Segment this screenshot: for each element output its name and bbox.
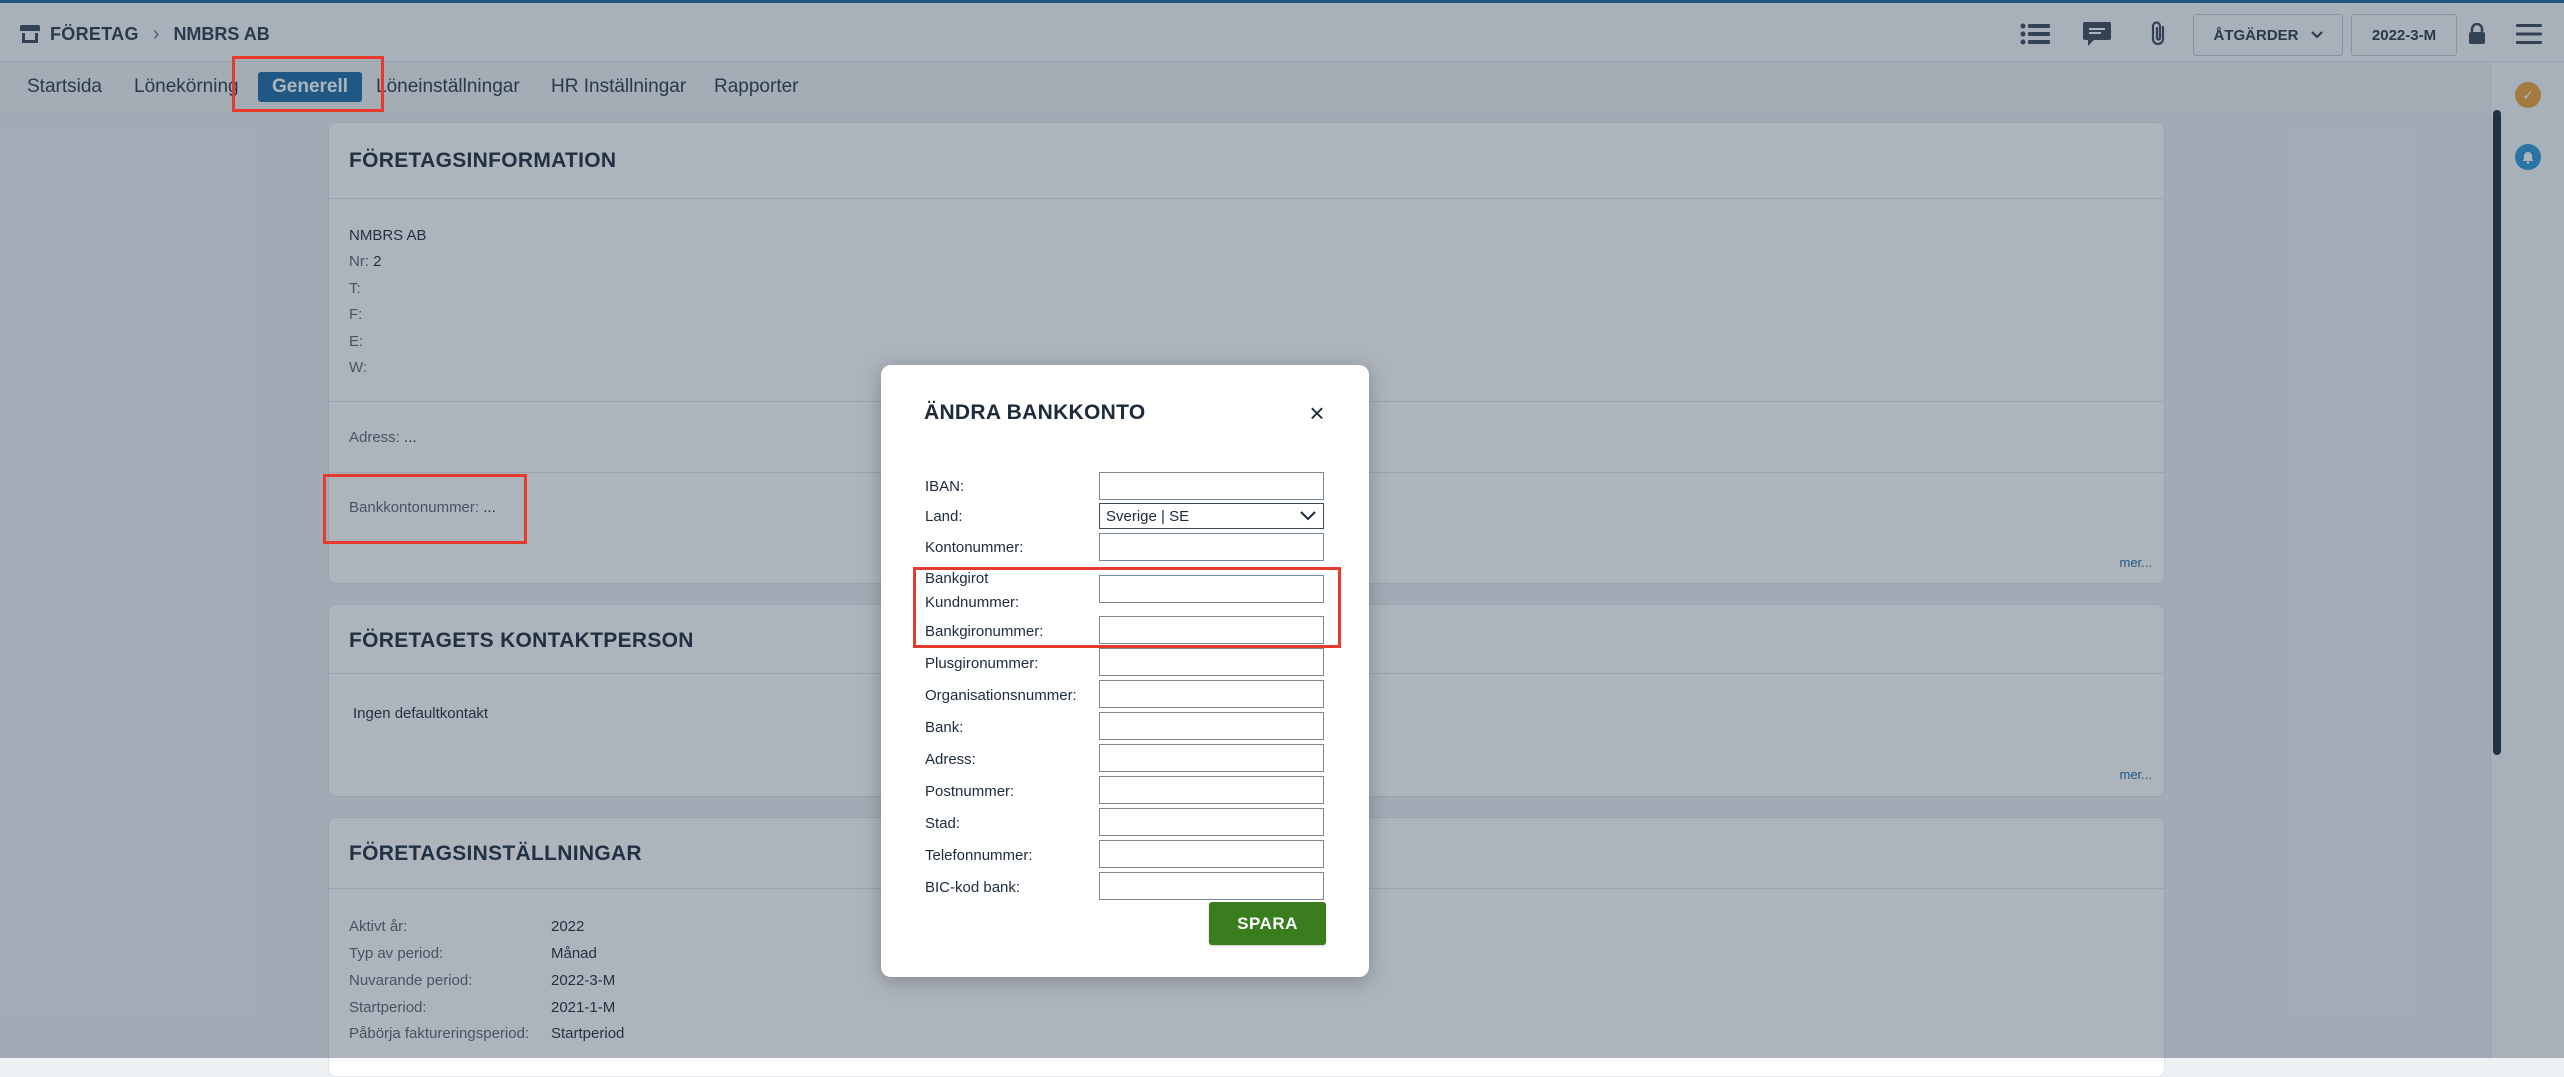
iban-label: IBAN: [925,478,965,495]
save-button[interactable]: SPARA [1209,902,1326,945]
highlight-box [232,56,384,112]
address-label: Adress: [925,751,976,768]
bic-label: BIC-kod bank: [925,879,1021,896]
country-value: Sverige | SE [1106,507,1190,525]
org-number-field[interactable] [1099,680,1324,708]
iban-field[interactable] [1099,472,1324,500]
account-number-field[interactable] [1099,533,1324,561]
bank-label: Bank: [925,719,964,736]
highlight-box [913,567,1341,648]
phone-number-field[interactable] [1099,840,1324,868]
close-icon[interactable]: × [1305,400,1329,426]
bank-field[interactable] [1099,712,1324,740]
org-number-label: Organisationsnummer: [925,687,1077,704]
city-label: Stad: [925,815,961,832]
chevron-down-icon [1300,511,1316,521]
address-field[interactable] [1099,744,1324,772]
plusgiro-number-label: Plusgironummer: [925,655,1039,672]
postal-code-label: Postnummer: [925,783,1015,800]
dialog-title: ÄNDRA BANKKONTO [924,401,1146,424]
edit-bank-account-dialog: ÄNDRA BANKKONTO × IBAN: Land: Sverige | … [881,365,1369,977]
plusgiro-number-field[interactable] [1099,648,1324,676]
bic-field[interactable] [1099,872,1324,900]
account-number-label: Kontonummer: [925,539,1024,556]
phone-number-label: Telefonnummer: [925,847,1033,864]
country-label: Land: [925,508,963,525]
country-select[interactable]: Sverige | SE [1099,503,1324,529]
city-field[interactable] [1099,808,1324,836]
postal-code-field[interactable] [1099,776,1324,804]
highlight-box [323,474,527,544]
